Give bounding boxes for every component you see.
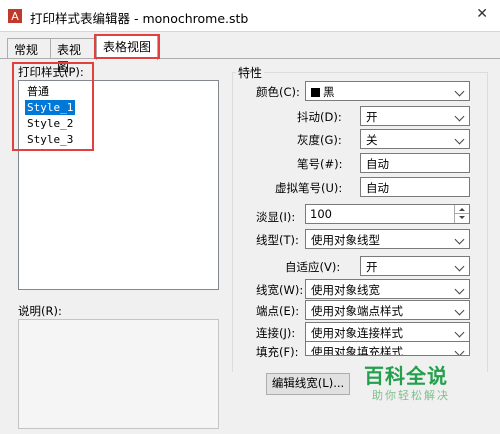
chevron-down-icon[interactable] bbox=[452, 257, 469, 275]
pen-number-label: 笔号(#): bbox=[297, 157, 343, 171]
fill-select[interactable]: 使用对象填充样式 bbox=[305, 341, 470, 356]
lineweight-value: 使用对象线宽 bbox=[311, 283, 380, 297]
virtual-pen-field[interactable]: 自动 bbox=[360, 177, 470, 197]
chevron-down-icon[interactable] bbox=[452, 82, 469, 100]
adaptive-value: 开 bbox=[366, 260, 378, 274]
fill-value: 使用对象填充样式 bbox=[311, 345, 403, 356]
line-end-select[interactable]: 使用对象端点样式 bbox=[305, 300, 470, 320]
screening-label: 淡显(I): bbox=[256, 210, 296, 224]
window-title: 打印样式表编辑器 - monochrome.stb bbox=[30, 11, 249, 26]
adaptive-label: 自适应(V): bbox=[285, 260, 341, 274]
lineweight-select[interactable]: 使用对象线宽 bbox=[305, 279, 470, 299]
chevron-down-icon[interactable] bbox=[452, 230, 469, 248]
title-bar: A 打印样式表编辑器 - monochrome.stb ✕ bbox=[0, 0, 500, 32]
line-end-value: 使用对象端点样式 bbox=[311, 304, 403, 318]
screening-stepper[interactable]: 100 bbox=[305, 204, 470, 224]
line-join-label: 连接(J): bbox=[256, 326, 296, 340]
edit-lineweights-button[interactable]: 编辑线宽(L)... bbox=[266, 373, 350, 395]
tab-general[interactable]: 常规 bbox=[7, 38, 51, 59]
linetype-label: 线型(T): bbox=[256, 233, 299, 247]
linetype-select[interactable]: 使用对象线型 bbox=[305, 229, 470, 249]
close-icon[interactable]: ✕ bbox=[476, 6, 488, 22]
properties-group-title: 特性 bbox=[236, 64, 265, 81]
virtual-pen-value: 自动 bbox=[366, 181, 389, 195]
color-label: 颜色(C): bbox=[256, 85, 300, 99]
description-label: 说明(R): bbox=[18, 304, 62, 318]
chevron-down-icon[interactable] bbox=[452, 323, 469, 341]
virtual-pen-label: 虚拟笔号(U): bbox=[275, 181, 343, 195]
dither-value: 开 bbox=[366, 110, 378, 124]
watermark-title: 百科全说 bbox=[364, 364, 448, 388]
tab-highlight-box bbox=[94, 34, 160, 59]
app-icon: A bbox=[8, 9, 22, 23]
dither-label: 抖动(D): bbox=[297, 110, 342, 124]
spin-down-icon[interactable] bbox=[454, 214, 469, 223]
line-join-value: 使用对象连接样式 bbox=[311, 326, 403, 340]
grayscale-label: 灰度(G): bbox=[297, 133, 342, 147]
tab-strip: 常规 表视图 表格视图 bbox=[0, 33, 500, 74]
color-swatch bbox=[311, 88, 320, 97]
pen-number-value: 自动 bbox=[366, 157, 389, 171]
chevron-down-icon[interactable] bbox=[452, 130, 469, 148]
lineweight-label: 线宽(W): bbox=[256, 283, 304, 297]
linetype-value: 使用对象线型 bbox=[311, 233, 380, 247]
color-select[interactable]: 黑 bbox=[305, 81, 470, 101]
chevron-down-icon[interactable] bbox=[452, 342, 469, 355]
tab-table-view[interactable]: 表视图 bbox=[50, 38, 96, 74]
line-end-label: 端点(E): bbox=[256, 304, 300, 318]
description-field[interactable] bbox=[18, 319, 219, 429]
tab-divider bbox=[0, 58, 500, 59]
spin-up-icon[interactable] bbox=[454, 205, 469, 214]
grayscale-value: 关 bbox=[366, 133, 378, 147]
fill-label: 填充(F): bbox=[256, 345, 299, 359]
screening-value: 100 bbox=[310, 207, 332, 221]
list-highlight-box bbox=[12, 62, 94, 151]
chevron-down-icon[interactable] bbox=[452, 280, 469, 298]
adaptive-select[interactable]: 开 bbox=[360, 256, 470, 276]
color-value: 黑 bbox=[323, 85, 335, 99]
dither-select[interactable]: 开 bbox=[360, 106, 470, 126]
pen-number-field[interactable]: 自动 bbox=[360, 153, 470, 173]
grayscale-select[interactable]: 关 bbox=[360, 129, 470, 149]
svg-text:A: A bbox=[11, 10, 19, 23]
chevron-down-icon[interactable] bbox=[452, 107, 469, 125]
watermark-subtitle: 助你轻松解决 bbox=[372, 389, 450, 402]
line-join-select[interactable]: 使用对象连接样式 bbox=[305, 322, 470, 342]
chevron-down-icon[interactable] bbox=[452, 301, 469, 319]
